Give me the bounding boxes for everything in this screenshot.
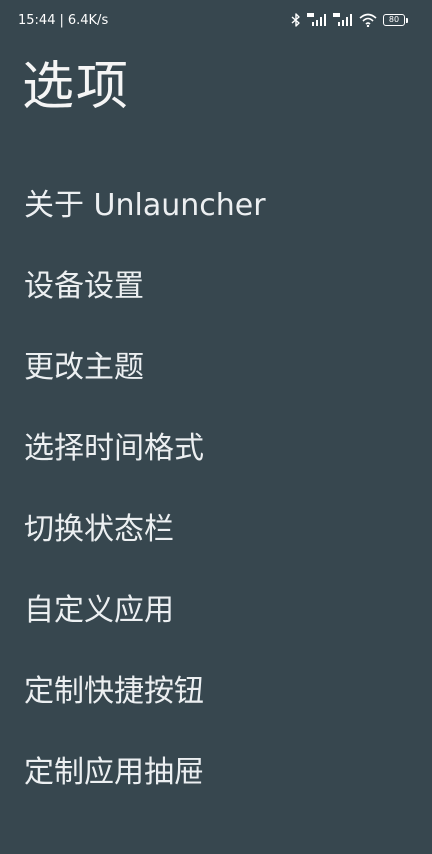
- signal-hd-icon: [333, 13, 353, 27]
- menu-item-toggle-status-bar[interactable]: 切换状态栏: [24, 485, 266, 566]
- battery-cap: [406, 17, 408, 23]
- menu-item-change-theme[interactable]: 更改主题: [24, 323, 266, 404]
- menu-item-customize-apps[interactable]: 自定义应用: [24, 566, 266, 647]
- bluetooth-icon: [291, 13, 301, 27]
- status-bar: 15:44 | 6.4K/s 80: [0, 0, 432, 40]
- status-separator: |: [59, 12, 64, 28]
- options-menu: 关于 Unlauncher 设备设置 更改主题 选择时间格式 切换状态栏 自定义…: [24, 161, 266, 809]
- page-title: 选项: [22, 57, 131, 117]
- battery-icon: 80: [383, 14, 408, 26]
- menu-item-device-settings[interactable]: 设备设置: [24, 242, 266, 323]
- status-left: 15:44 | 6.4K/s: [18, 13, 108, 28]
- status-right: 80: [291, 13, 408, 27]
- battery-level: 80: [383, 14, 405, 26]
- menu-item-time-format[interactable]: 选择时间格式: [24, 404, 266, 485]
- menu-item-about[interactable]: 关于 Unlauncher: [24, 161, 266, 242]
- menu-item-app-drawer[interactable]: 定制应用抽屉: [24, 728, 266, 809]
- menu-item-quick-buttons[interactable]: 定制快捷按钮: [24, 647, 266, 728]
- network-speed: 6.4K/s: [67, 12, 109, 28]
- status-time: 15:44: [18, 12, 56, 28]
- wifi-icon: [359, 13, 377, 27]
- signal-hd-icon: [307, 13, 327, 27]
